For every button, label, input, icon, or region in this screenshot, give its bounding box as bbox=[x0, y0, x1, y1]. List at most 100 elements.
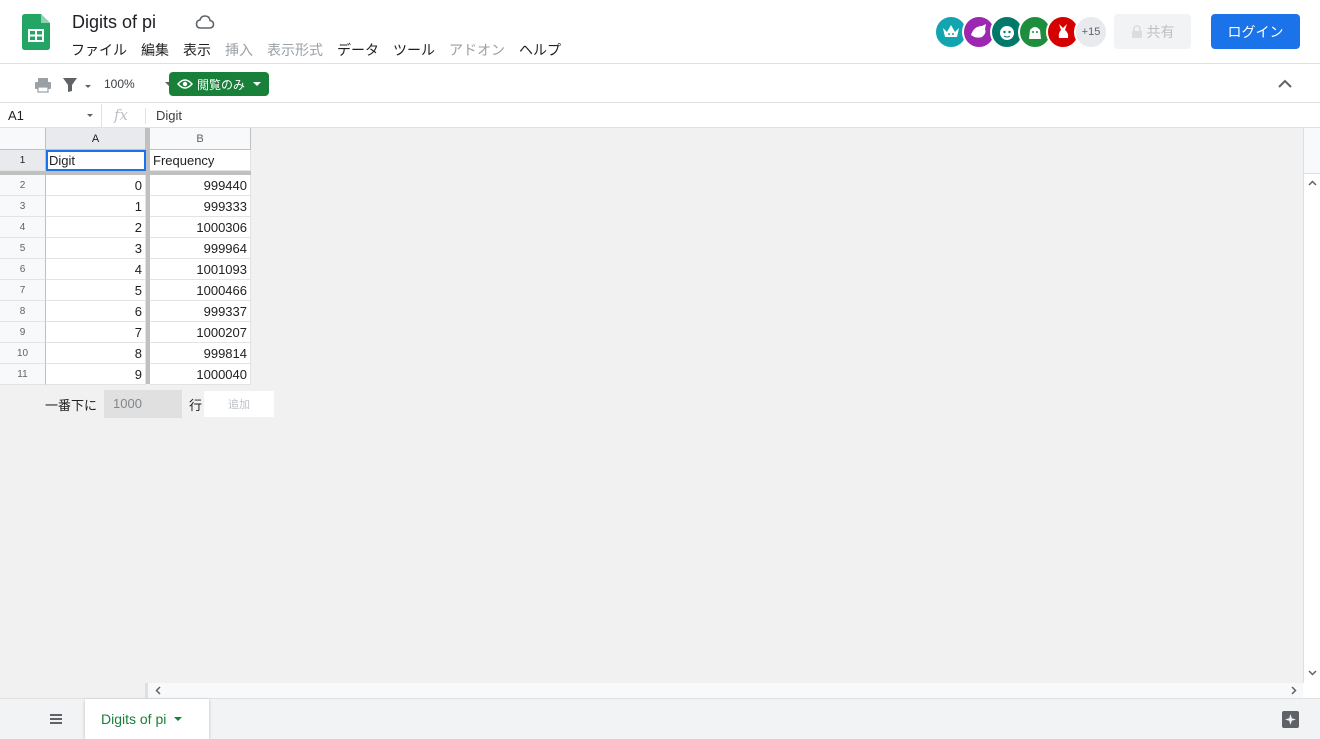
cell-frequency[interactable]: 1000306 bbox=[150, 217, 251, 238]
row-header[interactable]: 2 bbox=[0, 175, 46, 196]
formula-bar: A1 fx Digit bbox=[0, 104, 1320, 128]
chevron-down-icon bbox=[87, 114, 93, 117]
menu-bar: ファイル 編集 表示 挿入 表示形式 データ ツール アドオン ヘルプ bbox=[64, 40, 568, 60]
select-all-corner[interactable] bbox=[0, 128, 46, 150]
explore-icon[interactable] bbox=[1281, 710, 1300, 729]
app-header: Digits of pi ファイル 編集 表示 挿入 表示形式 データ ツール … bbox=[0, 0, 1320, 64]
add-rows-count-input: 1000 bbox=[104, 390, 183, 418]
cell-digit[interactable]: 7 bbox=[46, 322, 146, 343]
share-button-label: 共有 bbox=[1146, 23, 1175, 40]
cell-digit[interactable]: 8 bbox=[46, 343, 146, 364]
share-button: 共有 bbox=[1114, 14, 1191, 49]
toolbar: 100% 閲覧のみ bbox=[0, 65, 1320, 103]
menu-file[interactable]: ファイル bbox=[64, 40, 134, 60]
chevron-down-icon bbox=[253, 82, 262, 86]
sheet-tab-label: Digits of pi bbox=[101, 711, 167, 727]
cell-digit[interactable]: 6 bbox=[46, 301, 146, 322]
all-sheets-list-icon[interactable] bbox=[48, 711, 64, 727]
more-collaborators-count[interactable]: +15 bbox=[1074, 15, 1108, 49]
cell-frequency[interactable]: 999337 bbox=[150, 301, 251, 322]
cell-frequency[interactable]: 999814 bbox=[150, 343, 251, 364]
filter-icon[interactable] bbox=[62, 76, 92, 94]
view-only-label: 閲覧のみ bbox=[197, 77, 246, 92]
view-only-button[interactable]: 閲覧のみ bbox=[169, 72, 269, 96]
cell-a1[interactable]: Digit bbox=[46, 150, 146, 171]
frozen-scroll-region bbox=[0, 683, 148, 698]
cell-digit[interactable]: 4 bbox=[46, 259, 146, 280]
cell-digit[interactable]: 1 bbox=[46, 196, 146, 217]
document-title[interactable]: Digits of pi bbox=[72, 12, 156, 33]
eye-icon bbox=[177, 79, 193, 89]
cell-digit[interactable]: 2 bbox=[46, 217, 146, 238]
cell-b1[interactable]: Frequency bbox=[150, 150, 251, 171]
row-header[interactable]: 9 bbox=[0, 322, 46, 343]
row-header[interactable]: 8 bbox=[0, 301, 46, 322]
cell-frequency[interactable]: 1000040 bbox=[150, 364, 251, 385]
row-header[interactable]: 6 bbox=[0, 259, 46, 280]
cloud-status-icon[interactable] bbox=[195, 13, 215, 31]
lock-icon bbox=[1131, 24, 1142, 38]
add-rows-unit: 行 bbox=[189, 397, 203, 413]
cell-digit[interactable]: 3 bbox=[46, 238, 146, 259]
cell-digit[interactable]: 0 bbox=[46, 175, 146, 196]
column-header-a[interactable]: A bbox=[46, 128, 146, 150]
add-rows-prefix: 一番下に bbox=[45, 397, 98, 413]
menu-addons: アドオン bbox=[449, 42, 505, 58]
print-icon[interactable] bbox=[34, 76, 52, 94]
column-freeze-handle[interactable] bbox=[146, 128, 150, 384]
cell-digit[interactable]: 5 bbox=[46, 280, 146, 301]
avatar-animal-icon bbox=[943, 25, 959, 37]
login-button[interactable]: ログイン bbox=[1211, 14, 1300, 49]
row-header[interactable]: 10 bbox=[0, 343, 46, 364]
formula-input[interactable]: Digit bbox=[156, 104, 182, 128]
menu-tools[interactable]: ツール bbox=[386, 40, 442, 60]
cell-frequency[interactable]: 1001093 bbox=[150, 259, 251, 280]
avatar-animal-icon bbox=[1058, 24, 1069, 38]
menu-view[interactable]: 表示 bbox=[176, 40, 218, 60]
chevron-down-icon[interactable] bbox=[174, 717, 183, 721]
frozen-scroll-region bbox=[1304, 128, 1320, 174]
sheets-logo-icon[interactable] bbox=[22, 14, 50, 50]
avatar-animal-icon bbox=[1029, 27, 1041, 39]
name-box[interactable]: A1 bbox=[0, 104, 102, 128]
row-freeze-handle[interactable] bbox=[0, 171, 251, 175]
cell-digit[interactable]: 9 bbox=[46, 364, 146, 385]
row-header[interactable]: 3 bbox=[0, 196, 46, 217]
scroll-up-icon[interactable] bbox=[1308, 180, 1317, 186]
scroll-right-icon[interactable] bbox=[1291, 686, 1297, 695]
menu-help[interactable]: ヘルプ bbox=[512, 40, 568, 60]
add-rows-control: 一番下に 1000 行 追加 bbox=[45, 390, 275, 418]
column-header-b[interactable]: B bbox=[150, 128, 251, 150]
row-header[interactable]: 1 bbox=[0, 150, 46, 171]
cell-frequency[interactable]: 999333 bbox=[150, 196, 251, 217]
horizontal-scrollbar[interactable] bbox=[0, 683, 1303, 698]
fx-icon: fx bbox=[114, 106, 129, 124]
avatar-animal-icon bbox=[1000, 26, 1014, 40]
menu-edit[interactable]: 編集 bbox=[134, 40, 176, 60]
collaborator-avatars: +15 bbox=[934, 15, 1108, 49]
zoom-value: 100% bbox=[104, 77, 135, 91]
scroll-down-icon[interactable] bbox=[1308, 670, 1317, 676]
row-header[interactable]: 7 bbox=[0, 280, 46, 301]
menu-format: 表示形式 bbox=[267, 42, 323, 58]
row-header[interactable]: 5 bbox=[0, 238, 46, 259]
avatar-animal-icon bbox=[971, 24, 986, 38]
menu-data[interactable]: データ bbox=[330, 40, 386, 60]
name-box-value: A1 bbox=[8, 108, 24, 123]
row-header[interactable]: 11 bbox=[0, 364, 46, 385]
sheet-tab[interactable]: Digits of pi bbox=[85, 699, 209, 739]
vertical-scrollbar[interactable] bbox=[1303, 128, 1320, 683]
cell-frequency[interactable]: 999964 bbox=[150, 238, 251, 259]
cell-frequency[interactable]: 1000466 bbox=[150, 280, 251, 301]
row-header[interactable]: 4 bbox=[0, 217, 46, 238]
scroll-left-icon[interactable] bbox=[155, 686, 161, 695]
chevron-up-icon[interactable] bbox=[1277, 77, 1293, 91]
divider bbox=[145, 108, 146, 124]
spreadsheet-grid: A B 1 Digit Frequency 2 0 999440 3 1 999… bbox=[0, 128, 1303, 683]
menu-insert: 挿入 bbox=[225, 42, 253, 58]
cell-frequency[interactable]: 999440 bbox=[150, 175, 251, 196]
add-rows-button: 追加 bbox=[204, 391, 275, 417]
sheet-tab-bar: Digits of pi bbox=[0, 698, 1320, 739]
zoom-select[interactable]: 100% bbox=[104, 75, 173, 93]
cell-frequency[interactable]: 1000207 bbox=[150, 322, 251, 343]
